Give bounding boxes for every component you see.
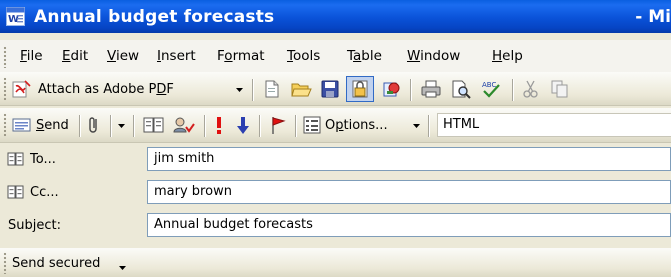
options-button[interactable]: Options... [303,115,388,135]
chevron-down-icon[interactable] [412,123,421,129]
new-icon[interactable] [262,79,282,99]
menu-file[interactable]: File [20,48,43,64]
attach-as-adobe-pdf-label: Attach as Adobe PDF [38,81,174,97]
svg-text:ABC: ABC [482,81,496,89]
send-icon [12,118,31,132]
chevron-down-icon[interactable] [118,265,127,271]
address-book-icon[interactable] [7,185,25,199]
message-format-select[interactable]: HTML [437,113,671,137]
chevron-down-icon[interactable] [117,123,126,129]
menu-edit[interactable]: Edit [62,48,88,64]
adobe-pdf-icon [12,80,31,98]
spelling-icon[interactable]: ABC [480,79,502,99]
to-button[interactable]: To... [30,152,56,167]
importance-low-icon[interactable] [236,115,250,135]
print-preview-icon[interactable] [450,79,472,99]
copy-icon[interactable] [550,79,570,99]
menu-window[interactable]: Window [407,48,460,64]
subject-row: Subject: Annual budget forecasts [0,210,671,240]
word-document-icon: W [6,7,25,26]
toolbar-grip[interactable] [3,113,7,137]
send-button[interactable]: Send [12,115,69,135]
toolbar-separator [410,79,411,101]
subject-field[interactable]: Annual budget forecasts [147,213,671,237]
options-label: Options... [325,117,388,133]
toolbar-grip[interactable] [3,252,7,274]
importance-high-icon[interactable] [213,115,225,135]
permission-button[interactable] [346,76,374,102]
window-title: Annual budget forecasts [34,7,275,27]
options-icon [303,116,321,134]
save-icon[interactable] [320,79,340,99]
attach-file-icon[interactable] [86,115,102,135]
menu-format[interactable]: Format [217,48,265,64]
toolbar-separator [512,79,513,101]
toolbar-separator [428,115,429,137]
message-format-value: HTML [443,117,480,132]
send-label: Send [36,117,69,133]
permission-icon [352,80,368,98]
address-book-icon[interactable] [143,116,165,134]
cc-row: Cc... mary brown [0,177,671,207]
cut-icon[interactable] [522,79,540,99]
menu-tools[interactable]: Tools [287,48,320,64]
research-icon[interactable] [382,79,402,99]
menu-table[interactable]: Table [347,48,382,64]
menu-bar: File Edit View Insert Format Tools Table… [0,40,671,72]
security-toolbar: Send secured [0,248,671,277]
standard-toolbar: Attach as Adobe PDF ABC [0,72,671,106]
chevron-down-icon[interactable] [235,87,244,93]
cc-button[interactable]: Cc... [30,185,59,200]
check-names-icon[interactable] [172,115,196,135]
window-title-suffix: - Mi [635,7,671,27]
menu-insert[interactable]: Insert [157,48,196,64]
menu-help[interactable]: Help [492,48,523,64]
cc-field[interactable]: mary brown [147,180,671,204]
to-row: To... jim smith [0,144,671,174]
print-icon[interactable] [420,79,442,99]
address-book-icon[interactable] [7,152,25,166]
menu-view[interactable]: View [107,48,139,64]
title-bar[interactable]: W Annual budget forecasts - Mi [0,0,671,33]
toolbar-separator [79,115,80,137]
open-icon[interactable] [290,79,312,99]
toolbar-separator [295,115,296,137]
follow-up-flag-icon[interactable] [269,115,287,135]
email-toolbar: Send Options... HTML [0,108,671,143]
toolbar-separator [204,115,205,137]
toolbar-separator [259,115,260,137]
menu-bar-grip[interactable] [3,46,7,68]
toolbar-separator [110,115,111,137]
to-field[interactable]: jim smith [147,147,671,171]
toolbar-grip[interactable] [3,77,7,101]
attach-as-adobe-pdf-button[interactable]: Attach as Adobe PDF [12,79,174,99]
subject-label: Subject: [8,218,61,233]
toolbar-separator [252,79,253,101]
toolbar-separator [133,115,134,137]
send-secured-button[interactable]: Send secured [12,256,100,271]
